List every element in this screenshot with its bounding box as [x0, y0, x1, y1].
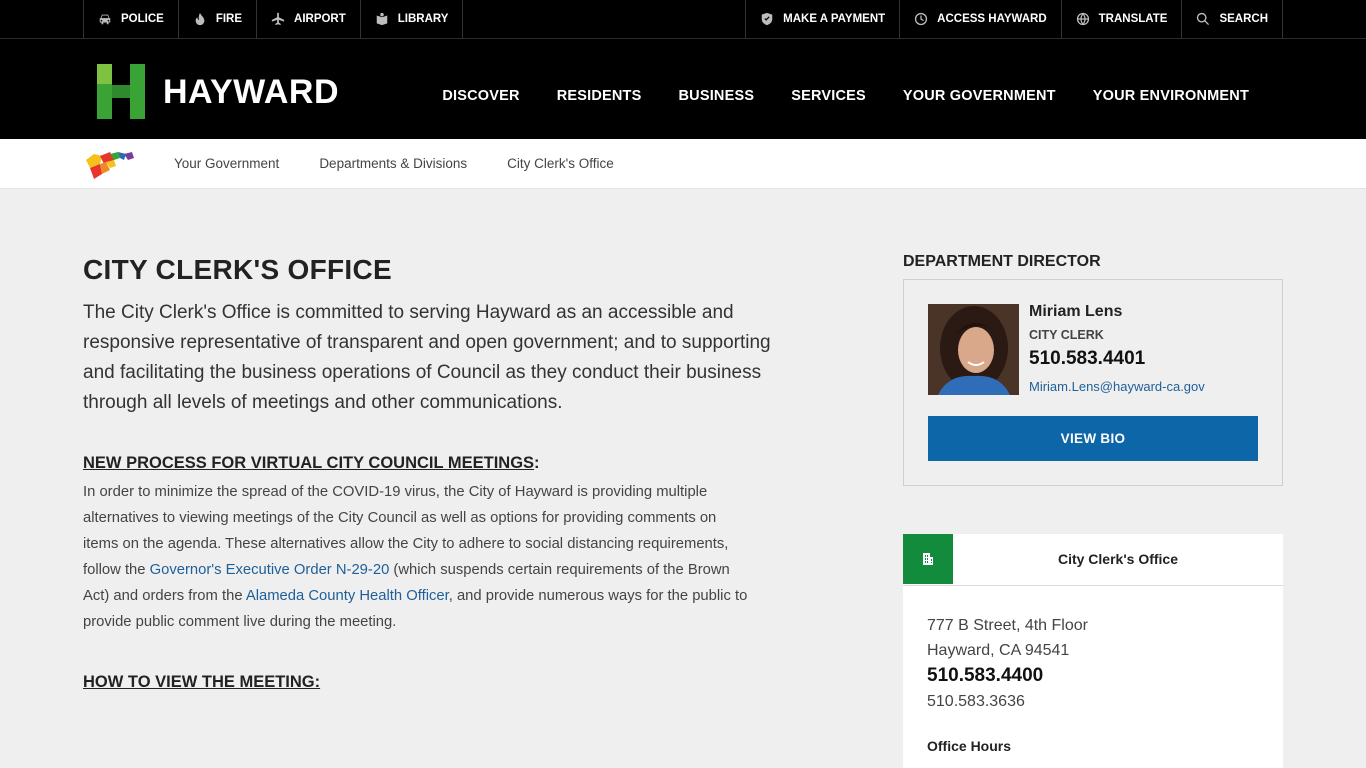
translate-label: TRANSLATE	[1098, 13, 1168, 25]
utility-links-left: POLICE FIRE AIRPORT LIBRARY	[83, 0, 464, 38]
director-email-link[interactable]: Miriam.Lens@hayward-ca.gov	[1029, 379, 1205, 394]
heading-colon: :	[534, 454, 540, 472]
library-label: LIBRARY	[397, 13, 449, 25]
fire-label: FIRE	[215, 13, 243, 25]
office-hours-label: Office Hours	[927, 738, 1012, 754]
director-phone[interactable]: 510.583.4401	[1029, 348, 1145, 370]
virtual-meetings-heading-text: NEW PROCESS FOR VIRTUAL CITY COUNCIL MEE…	[83, 454, 535, 472]
globe-icon	[1076, 12, 1090, 26]
virtual-meetings-heading: NEW PROCESS FOR VIRTUAL CITY COUNCIL MEE…	[83, 454, 773, 473]
police-car-icon	[98, 12, 112, 26]
view-bio-button[interactable]: VIEW BIO	[928, 416, 1258, 461]
hayward-h-logo-icon	[97, 64, 145, 119]
translate-link[interactable]: TRANSLATE	[1062, 0, 1183, 38]
nav-business[interactable]: BUSINESS	[678, 88, 754, 104]
search-label: SEARCH	[1219, 13, 1268, 25]
main-nav: DISCOVER RESIDENTS BUSINESS SERVICES YOU…	[442, 88, 1249, 104]
book-icon	[375, 12, 389, 26]
office-address-line-1: 777 B Street, 4th Floor	[927, 617, 1088, 634]
nav-services[interactable]: SERVICES	[791, 88, 866, 104]
breadcrumb: Your Government Departments & Divisions …	[0, 139, 1366, 189]
crumb-departments-divisions[interactable]: Departments & Divisions	[319, 156, 467, 171]
utility-links-right: MAKE A PAYMENT ACCESS HAYWARD TRANSLATE …	[745, 0, 1283, 38]
shield-check-icon	[760, 12, 774, 26]
department-director-heading: DEPARTMENT DIRECTOR	[903, 253, 1101, 270]
office-fax: 510.583.3636	[927, 693, 1025, 710]
logo-wordmark: HAYWARD	[163, 72, 340, 111]
office-contact-info: 777 B Street, 4th Floor Hayward, CA 9454…	[927, 613, 1088, 754]
search-icon	[1196, 12, 1210, 26]
access-hayward-link[interactable]: ACCESS HAYWARD	[900, 0, 1062, 38]
governors-executive-order-link[interactable]: Governor's Executive Order N-29-20	[150, 562, 390, 578]
office-card-header: City Clerk's Office	[903, 534, 1283, 586]
hayward-logo[interactable]: HAYWARD	[97, 64, 339, 119]
page-title: CITY CLERK'S OFFICE	[83, 254, 392, 285]
fire-link[interactable]: FIRE	[179, 0, 258, 38]
airport-link[interactable]: AIRPORT	[257, 0, 361, 38]
office-name: City Clerk's Office	[1057, 551, 1179, 567]
office-address-line-2: Hayward, CA 94541	[927, 642, 1070, 659]
airport-label: AIRPORT	[294, 13, 346, 25]
how-to-view-heading: HOW TO VIEW THE MEETING:	[83, 673, 321, 691]
clock-icon	[914, 12, 928, 26]
police-link[interactable]: POLICE	[84, 0, 179, 38]
make-payment-link[interactable]: MAKE A PAYMENT	[746, 0, 901, 38]
access-hayward-label: ACCESS HAYWARD	[937, 13, 1047, 25]
crumb-your-government[interactable]: Your Government	[174, 156, 279, 171]
police-label: POLICE	[121, 13, 164, 25]
director-name: Miriam Lens	[1029, 303, 1123, 320]
office-card: City Clerk's Office 777 B Street, 4th Fl…	[903, 534, 1283, 768]
flame-icon	[193, 12, 207, 26]
director-card: Miriam Lens CITY CLERK 510.583.4401 Miri…	[903, 279, 1283, 486]
main-header: HAYWARD DISCOVER RESIDENTS BUSINESS SERV…	[0, 39, 1366, 139]
director-portrait-icon	[928, 304, 1019, 395]
search-link[interactable]: SEARCH	[1182, 0, 1283, 38]
main-content: CITY CLERK'S OFFICE The City Clerk's Off…	[83, 250, 773, 692]
nav-discover[interactable]: DISCOVER	[442, 88, 519, 104]
crumb-city-clerks-office[interactable]: City Clerk's Office	[507, 156, 614, 171]
library-link[interactable]: LIBRARY	[361, 0, 464, 38]
airplane-icon	[271, 12, 285, 26]
hayward-map-icon[interactable]	[84, 150, 136, 180]
utility-bar: POLICE FIRE AIRPORT LIBRARY MAKE A PAYME…	[0, 0, 1366, 39]
building-icon	[903, 534, 953, 584]
virtual-meetings-paragraph: In order to minimize the spread of the C…	[83, 479, 748, 635]
office-phone[interactable]: 510.583.4400	[927, 663, 1088, 689]
nav-your-environment[interactable]: YOUR ENVIRONMENT	[1093, 88, 1249, 104]
nav-your-government[interactable]: YOUR GOVERNMENT	[903, 88, 1056, 104]
director-role: CITY CLERK	[1029, 328, 1104, 342]
intro-paragraph: The City Clerk's Office is committed to …	[83, 302, 771, 413]
director-photo	[928, 304, 1019, 395]
nav-residents[interactable]: RESIDENTS	[557, 88, 642, 104]
breadcrumb-links: Your Government Departments & Divisions …	[174, 156, 614, 171]
make-payment-label: MAKE A PAYMENT	[783, 13, 886, 25]
alameda-health-officer-link[interactable]: Alameda County Health Officer	[246, 588, 449, 604]
